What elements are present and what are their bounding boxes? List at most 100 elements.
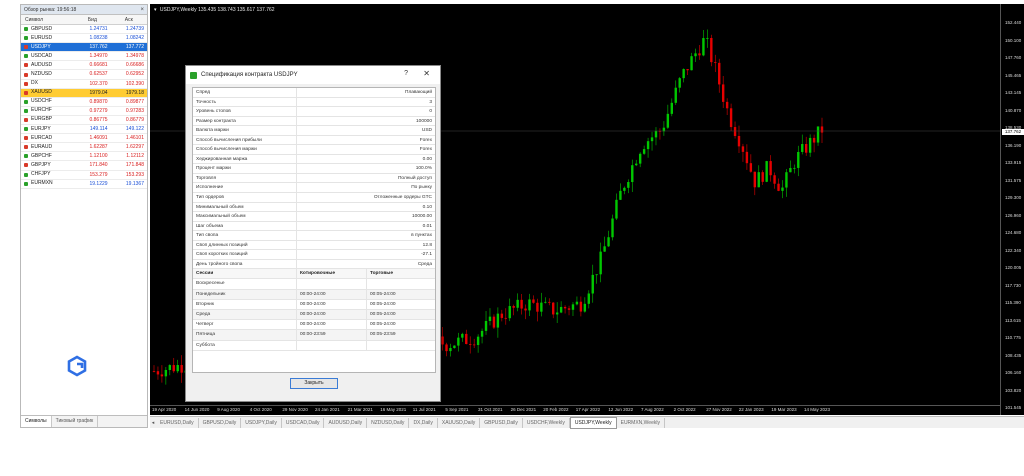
list-item[interactable]: NZDUSD 0.62537 0.62952 (21, 70, 147, 80)
ask-price: 153.293 (125, 171, 144, 178)
candle-body (536, 302, 539, 312)
symbol-text: DX (31, 80, 38, 87)
spec-label: День тройного свопа (193, 259, 297, 269)
candle-body (457, 337, 460, 346)
symbol-icon (24, 117, 28, 122)
caret-down-icon[interactable]: ▾ (154, 7, 157, 13)
price-tick-label: 136.190 (1005, 142, 1022, 148)
chart-tab[interactable]: AUDUSD,Daily (324, 417, 368, 428)
symbol-name: USDCAD (21, 52, 74, 60)
candle-body (765, 161, 768, 182)
list-item[interactable]: EURMXN 19.1229 19.1367 (21, 180, 147, 189)
column-bid[interactable]: Бид (74, 15, 110, 24)
candle-body (595, 274, 598, 276)
spec-row: Торговля Полный доступ (193, 173, 435, 184)
column-symbol[interactable]: Символ (21, 15, 74, 24)
chart-tab[interactable]: NZDUSD,Daily (367, 417, 410, 428)
market-watch-list: GBPUSD 1.24731 1.24739 EURUSD 1.08238 1.08242… (21, 25, 147, 189)
candle-body (820, 126, 824, 133)
spec-row: День тройного свопа Среда (193, 259, 435, 270)
close-button[interactable]: Закрыть (290, 378, 338, 389)
symbol-text: AUDUSD (31, 61, 53, 68)
candle-body (623, 187, 626, 191)
candle-body (631, 165, 634, 183)
symbol-icon (24, 154, 28, 159)
symbol-text: EURAUD (31, 143, 53, 150)
chart-tab[interactable]: USDJPY,Daily (241, 417, 282, 428)
candle-body (741, 146, 745, 152)
chart-tab[interactable]: EURUSD,Daily (156, 417, 199, 428)
symbol-name: EURCHF (21, 107, 74, 115)
price-tick-label: 129.300 (1005, 195, 1022, 200)
session-row: Четверг 00:00-24:00 00:05-24:00 (193, 320, 435, 331)
candle-body (797, 151, 800, 168)
spec-table: Спред Плавающий Точность 3 Уровень стопов 0 Ра… (192, 87, 436, 373)
symbol-name: EURGBP (21, 116, 74, 124)
candle-body (611, 218, 614, 238)
candle-body (753, 171, 757, 188)
candle-body (453, 345, 456, 349)
candle-body (769, 161, 772, 176)
candle-body (670, 102, 673, 114)
tab-symbols[interactable]: Символы (21, 416, 52, 427)
symbol-text: EURCHF (31, 107, 52, 114)
candle-body (583, 303, 587, 312)
session-trade-hours: 00:05-23:59 (370, 332, 396, 338)
symbol-text: EURUSD (31, 34, 53, 41)
tab-tick-chart[interactable]: Тиковый график (52, 416, 99, 427)
column-ask[interactable]: Аск (111, 15, 147, 24)
symbol-name: CHFJPY (21, 171, 74, 179)
chart-tab[interactable]: USDCAD,Daily (282, 417, 325, 428)
symbol-name: NZDUSD (21, 70, 74, 78)
candle-body (646, 141, 650, 150)
candle-body (702, 38, 705, 56)
time-tick-label: 19 Mar 2023 (771, 407, 797, 412)
spec-label: Хеджированная маржа (193, 154, 297, 164)
chart-tab[interactable]: EURMXN,Weekly (617, 417, 665, 428)
spec-row: Способ вычисления маржи Forex (193, 145, 435, 155)
symbol-text: NZDUSD (31, 70, 52, 77)
close-icon[interactable]: ✕ (423, 69, 430, 78)
symbol-icon (24, 145, 28, 150)
spec-row: Минимальный объем 0.10 (193, 202, 435, 213)
time-axis[interactable]: 19 Apr 2020 14 Jun 2020 9 Aug 2020 4 Oct 20… (150, 405, 1000, 415)
candle-body (441, 336, 444, 345)
ask-price: 1.08242 (125, 35, 144, 42)
chart-tab[interactable]: DX,Daily (409, 417, 438, 428)
close-icon[interactable]: × (140, 5, 144, 15)
dialog-titlebar[interactable]: Спецификация контракта USDJPY ? ✕ (186, 66, 440, 84)
time-tick-label: 2 Oct 2022 (673, 407, 696, 412)
chart-tab[interactable]: GBPUSD,Daily (480, 417, 523, 428)
candle-body (484, 320, 488, 331)
spec-value: Плавающий (405, 90, 432, 95)
symbol-text: EURCAD (31, 134, 53, 141)
price-tick-label: 101.545 (1005, 405, 1022, 410)
market-watch-title-text: Обзор рынка: 19:56:18 (24, 7, 77, 13)
spec-label: Процент маржи (193, 164, 297, 173)
help-icon[interactable]: ? (404, 70, 408, 77)
symbol-icon (24, 181, 28, 186)
symbol-icon (24, 127, 28, 132)
session-quote-hours: 00:00-23:59 (297, 330, 367, 340)
spec-label: Своп коротких позиций (193, 250, 297, 259)
price-tick-label: 152.440 (1005, 20, 1022, 25)
session-row: Воскресенье (193, 279, 435, 290)
chart-tab[interactable]: USDJPY,Weekly (569, 416, 617, 429)
symbol-icon (24, 63, 28, 68)
price-axis[interactable]: 152.440 150.100 147.760 145.465 143.145 140.8… (1000, 4, 1024, 415)
candle-body (156, 371, 160, 375)
candle-body (160, 374, 164, 377)
spec-value: 0.01 (422, 223, 432, 229)
session-trade-hours (367, 279, 435, 288)
symbol-text: XAUUSD (31, 89, 52, 96)
chart-tab[interactable]: GBPUSD,Daily (199, 417, 242, 428)
price-tick-label: 145.465 (1005, 72, 1022, 78)
candle-body (808, 137, 812, 153)
chart-tab[interactable]: USDCHF,Weekly (523, 417, 570, 428)
candle-body (714, 62, 717, 63)
symbol-name: DX (21, 80, 74, 88)
session-day: Среда (193, 309, 297, 320)
chart-tab[interactable]: XAUUSD,Daily (438, 417, 481, 428)
price-tick-label: 122.340 (1005, 247, 1022, 253)
symbol-text: USDCHF (31, 98, 52, 105)
